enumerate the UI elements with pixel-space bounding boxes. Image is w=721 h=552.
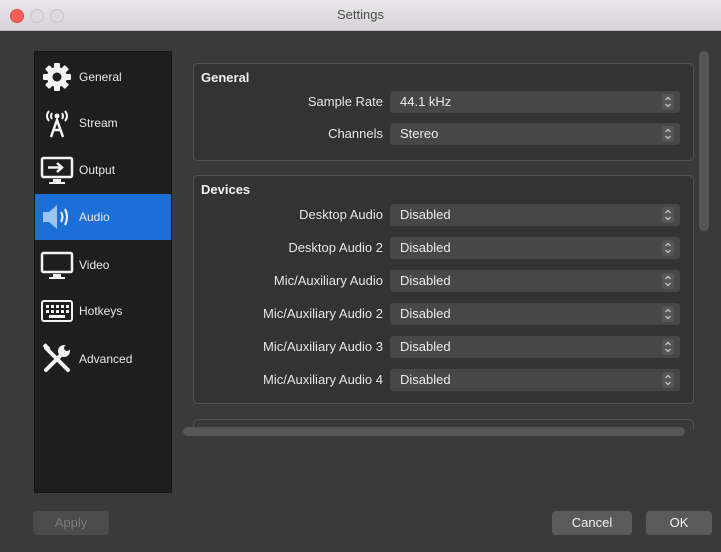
output-icon <box>39 152 75 188</box>
sample-rate-select[interactable]: 44.1 kHz <box>390 91 680 113</box>
group-title: Devices <box>201 182 251 197</box>
sidebar-item-label: Video <box>79 258 110 272</box>
updown-chevron-icon <box>662 126 674 142</box>
sidebar-item-label: Advanced <box>79 352 133 366</box>
general-group: General Sample Rate 44.1 kHz Channels St… <box>193 63 694 161</box>
desktop-audio-row: Desktop Audio Disabled <box>194 204 693 226</box>
settings-content: General Stream Output Audio Video Hotkey… <box>0 31 721 552</box>
mic-aux-audio-3-select[interactable]: Disabled <box>390 336 680 358</box>
sample-rate-label: Sample Rate <box>307 94 383 109</box>
channels-label: Channels <box>328 126 383 141</box>
updown-chevron-icon <box>662 94 674 110</box>
channels-select[interactable]: Stereo <box>390 123 680 145</box>
mic-aux-audio-4-row: Mic/Auxiliary Audio 4 Disabled <box>194 369 693 391</box>
channels-row: Channels Stereo <box>194 123 693 145</box>
sidebar-item-label: Audio <box>79 210 110 224</box>
devices-group: Devices Desktop Audio Disabled Desktop A… <box>193 175 694 404</box>
monitor-icon <box>39 247 75 283</box>
updown-chevron-icon <box>662 372 674 388</box>
desktop-audio-2-select[interactable]: Disabled <box>390 237 680 259</box>
sidebar-item-hotkeys[interactable]: Hotkeys <box>35 288 171 334</box>
mic-aux-audio-4-label: Mic/Auxiliary Audio 4 <box>263 372 383 387</box>
sidebar-item-label: Output <box>79 163 116 177</box>
cancel-button[interactable]: Cancel <box>552 511 632 535</box>
title-bar: Settings <box>0 0 721 31</box>
gear-icon <box>39 59 75 95</box>
sample-rate-row: Sample Rate 44.1 kHz <box>194 91 693 113</box>
group-title: General <box>201 70 250 85</box>
apply-button[interactable]: Apply <box>33 511 109 535</box>
desktop-audio-label: Desktop Audio <box>299 207 383 222</box>
updown-chevron-icon <box>662 306 674 322</box>
sidebar-item-advanced[interactable]: Advanced <box>35 336 171 382</box>
updown-chevron-icon <box>662 273 674 289</box>
select-value: Disabled <box>400 306 451 321</box>
sidebar-item-audio[interactable]: Audio <box>35 194 171 240</box>
mic-aux-audio-2-label: Mic/Auxiliary Audio 2 <box>263 306 383 321</box>
desktop-audio-2-label: Desktop Audio 2 <box>288 240 383 255</box>
desktop-audio-select[interactable]: Disabled <box>390 204 680 226</box>
sidebar-item-stream[interactable]: Stream <box>35 100 171 146</box>
mic-aux-audio-2-select[interactable]: Disabled <box>390 303 680 325</box>
mic-aux-audio-row: Mic/Auxiliary Audio Disabled <box>194 270 693 292</box>
mic-aux-audio-label: Mic/Auxiliary Audio <box>273 273 383 288</box>
ok-button[interactable]: OK <box>646 511 712 535</box>
keyboard-icon <box>39 293 75 329</box>
window-title: Settings <box>337 7 384 22</box>
horizontal-scrollbar[interactable] <box>183 427 685 436</box>
select-value: Stereo <box>400 126 439 141</box>
select-value: Disabled <box>400 207 451 222</box>
updown-chevron-icon <box>662 339 674 355</box>
sidebar-item-general[interactable]: General <box>35 54 171 100</box>
select-value: Disabled <box>400 240 451 255</box>
select-value: Disabled <box>400 339 451 354</box>
tools-icon <box>39 341 75 377</box>
settings-sidebar: General Stream Output Audio Video Hotkey… <box>34 51 172 493</box>
mic-aux-audio-2-row: Mic/Auxiliary Audio 2 Disabled <box>194 303 693 325</box>
sidebar-item-label: Stream <box>79 116 118 130</box>
select-value: 44.1 kHz <box>400 94 452 109</box>
select-value: Disabled <box>400 273 451 288</box>
mic-aux-audio-4-select[interactable]: Disabled <box>390 369 680 391</box>
mic-aux-audio-3-label: Mic/Auxiliary Audio 3 <box>263 339 383 354</box>
updown-chevron-icon <box>662 207 674 223</box>
sidebar-item-video[interactable]: Video <box>35 242 171 288</box>
speaker-icon <box>39 199 75 235</box>
sidebar-item-output[interactable]: Output <box>35 147 171 193</box>
desktop-audio-2-row: Desktop Audio 2 Disabled <box>194 237 693 259</box>
mic-aux-audio-select[interactable]: Disabled <box>390 270 680 292</box>
sidebar-item-label: General <box>79 70 122 84</box>
updown-chevron-icon <box>662 240 674 256</box>
select-value: Disabled <box>400 372 451 387</box>
mic-aux-audio-3-row: Mic/Auxiliary Audio 3 Disabled <box>194 336 693 358</box>
sidebar-item-label: Hotkeys <box>79 304 123 318</box>
vertical-scrollbar[interactable] <box>699 51 709 231</box>
antenna-icon <box>39 105 75 141</box>
